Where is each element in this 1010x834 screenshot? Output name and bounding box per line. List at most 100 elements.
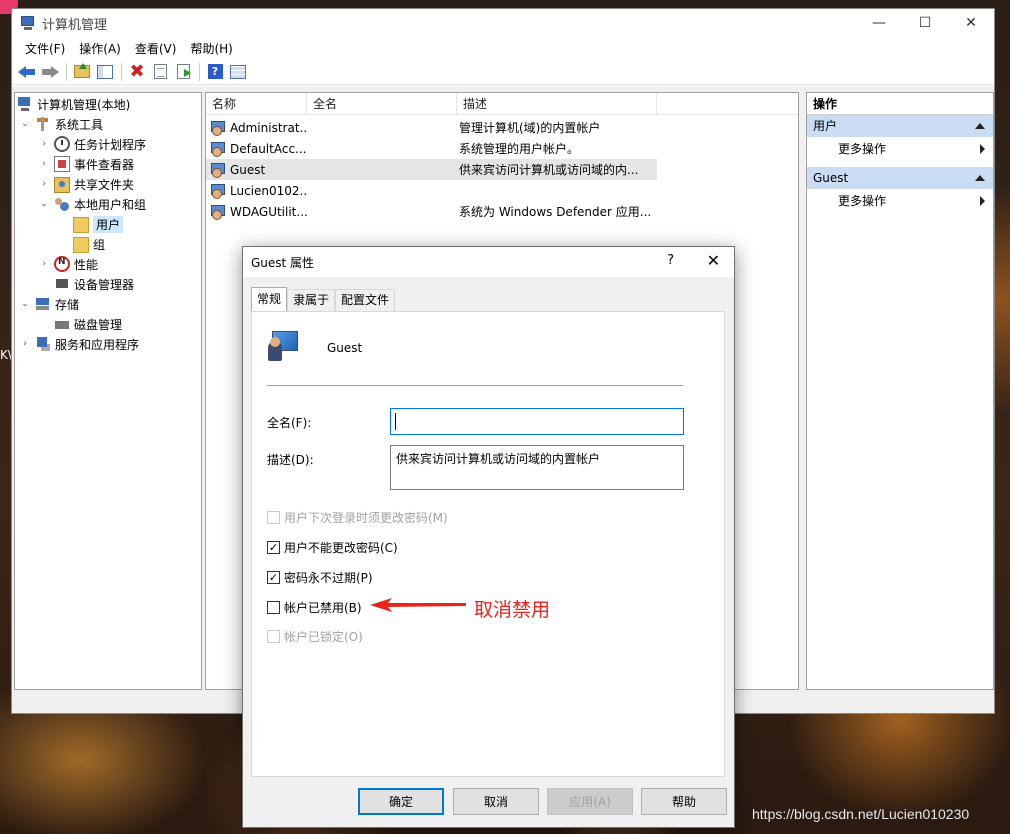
tree-item-disk-management[interactable]: 磁盘管理 [54,314,122,334]
menu-file[interactable]: 文件(F) [18,40,72,57]
action-pane: 操作 用户 更多操作 Guest 更多操作 [806,92,994,690]
dialog-title-bar[interactable]: Guest 属性 ? ✕ [243,247,734,277]
tree-item-shared-folders[interactable]: › 共享文件夹 [38,174,134,194]
action-more-actions-users[interactable]: 更多操作 [807,137,993,161]
maximize-button[interactable]: ☐ [902,9,948,37]
action-pane-title: 操作 [807,93,993,115]
fullname-input[interactable] [390,408,684,435]
show-action-pane-button[interactable] [227,61,249,83]
menu-action[interactable]: 操作(A) [72,40,128,57]
up-level-button[interactable] [71,61,93,83]
general-tab-panel: Guest 全名(F): 描述(D): 供来宾访问计算机或访问域的内置帐户 用户… [251,311,725,777]
list-item[interactable]: DefaultAcc... 系统管理的用户帐户。 [206,138,657,159]
tree-item-users[interactable]: 用户 [73,214,124,234]
minimize-button[interactable]: — [856,9,902,37]
description-label: 描述(D): [267,453,314,467]
title-bar[interactable]: 计算机管理 — ☐ ✕ [12,9,994,37]
event-viewer-icon [54,156,70,172]
cell-description: 系统管理的用户帐户。 [459,142,580,156]
computer-management-icon [20,15,36,31]
tree-item-computer-management[interactable]: 计算机管理(本地) [17,94,130,114]
expand-icon[interactable]: › [38,179,50,189]
tree-item-device-manager[interactable]: 设备管理器 [54,274,134,294]
collapse-icon[interactable]: ⌄ [19,299,31,309]
help-icon: ? [207,64,223,79]
tab-member-of[interactable]: 隶属于 [287,289,336,311]
tree-item-system-tools[interactable]: ⌄ 系统工具 [19,114,103,134]
cell-name: DefaultAcc... [230,141,307,156]
expand-icon[interactable]: › [38,259,50,269]
tree-item-label: 用户 [93,215,124,233]
delete-button[interactable]: ✖ [126,61,148,83]
disk-icon [54,316,70,332]
tab-general[interactable]: 常规 [251,287,288,311]
tree-item-services-apps[interactable]: › 服务和应用程序 [19,334,139,354]
forward-icon [41,65,59,78]
tree-item-task-scheduler[interactable]: › 任务计划程序 [38,134,146,154]
action-section-guest[interactable]: Guest [807,167,993,189]
annotation-arrow-icon [370,598,466,612]
list-item[interactable]: WDAGUtilit... 系统为 Windows Defender 应用... [206,201,657,222]
action-section-users[interactable]: 用户 [807,115,993,137]
checkbox-label: 帐户已禁用(B) [284,600,362,615]
menu-view[interactable]: 查看(V) [128,40,184,57]
dialog-close-button[interactable]: ✕ [707,251,720,270]
close-button[interactable]: ✕ [948,9,994,37]
apply-button[interactable]: 应用(A) [547,788,633,815]
forward-button[interactable] [39,61,61,83]
fullname-label: 全名(F): [267,416,312,430]
tree-item-groups[interactable]: 组 [73,234,105,254]
dialog-help-button[interactable]: ? [667,253,674,268]
computer-icon [17,96,33,112]
action-pane-icon [230,64,246,79]
ok-button[interactable]: 确定 [358,788,444,815]
list-item-guest[interactable]: Guest 供来宾访问计算机或访问域的内... [206,159,657,180]
cannot-change-password-checkbox[interactable]: ✓ 用户不能更改密码(C) [267,539,398,555]
watermark: https://blog.csdn.net/Lucien010230 [752,806,970,822]
account-locked-checkbox[interactable]: 帐户已锁定(O) [267,628,363,644]
tree-item-label: 计算机管理(本地) [37,97,131,112]
cell-name: WDAGUtilit... [230,204,307,219]
properties-button[interactable] [149,61,171,83]
collapse-icon[interactable]: ⌄ [19,119,31,129]
password-never-expires-checkbox[interactable]: ✓ 密码永不过期(P) [267,569,373,585]
action-more-actions-guest[interactable]: 更多操作 [807,189,993,213]
help-dialog-button[interactable]: 帮助 [641,788,727,815]
column-header-fullname[interactable]: 全名 [307,93,457,115]
list-item[interactable]: Lucien0102... [206,180,657,201]
folder-icon [73,217,89,233]
column-header-description[interactable]: 描述 [457,93,657,115]
tree-item-local-users-groups[interactable]: ⌄ 本地用户和组 [38,194,146,214]
expand-icon[interactable]: › [19,339,31,349]
must-change-password-checkbox[interactable]: 用户下次登录时须更改密码(M) [267,509,448,525]
checkbox-label: 密码永不过期(P) [284,570,373,585]
collapse-triangle-icon [975,175,985,181]
tree-item-performance[interactable]: › 性能 [38,254,98,274]
checkbox-label: 帐户已锁定(O) [284,629,363,644]
expand-icon[interactable]: › [38,139,50,149]
description-input[interactable]: 供来宾访问计算机或访问域的内置帐户 [390,445,684,490]
show-tree-button[interactable] [94,61,116,83]
annotation-text: 取消禁用 [474,599,551,621]
list-item[interactable]: Administrat... 管理计算机(域)的内置帐户 [206,117,657,138]
back-button[interactable] [16,61,38,83]
toolbar-separator [121,62,122,81]
tab-profile[interactable]: 配置文件 [335,289,396,311]
divider [267,385,683,386]
checkbox-label: 用户不能更改密码(C) [284,540,398,555]
expand-icon[interactable]: › [38,159,50,169]
tree-item-storage[interactable]: ⌄ 存储 [19,294,79,314]
help-button[interactable]: ? [204,61,226,83]
export-list-button[interactable] [172,61,194,83]
column-header-name[interactable]: 名称 [206,93,307,115]
account-disabled-checkbox[interactable]: 帐户已禁用(B) [267,599,362,615]
tree-item-event-viewer[interactable]: › 事件查看器 [38,154,134,174]
tree-item-label: 本地用户和组 [74,197,147,212]
user-icon [210,204,226,220]
delete-icon: ✖ [129,60,145,82]
menu-help[interactable]: 帮助(H) [183,40,239,57]
collapse-icon[interactable]: ⌄ [38,199,50,209]
performance-icon [54,256,70,272]
device-manager-icon [54,276,70,292]
cancel-button[interactable]: 取消 [453,788,539,815]
